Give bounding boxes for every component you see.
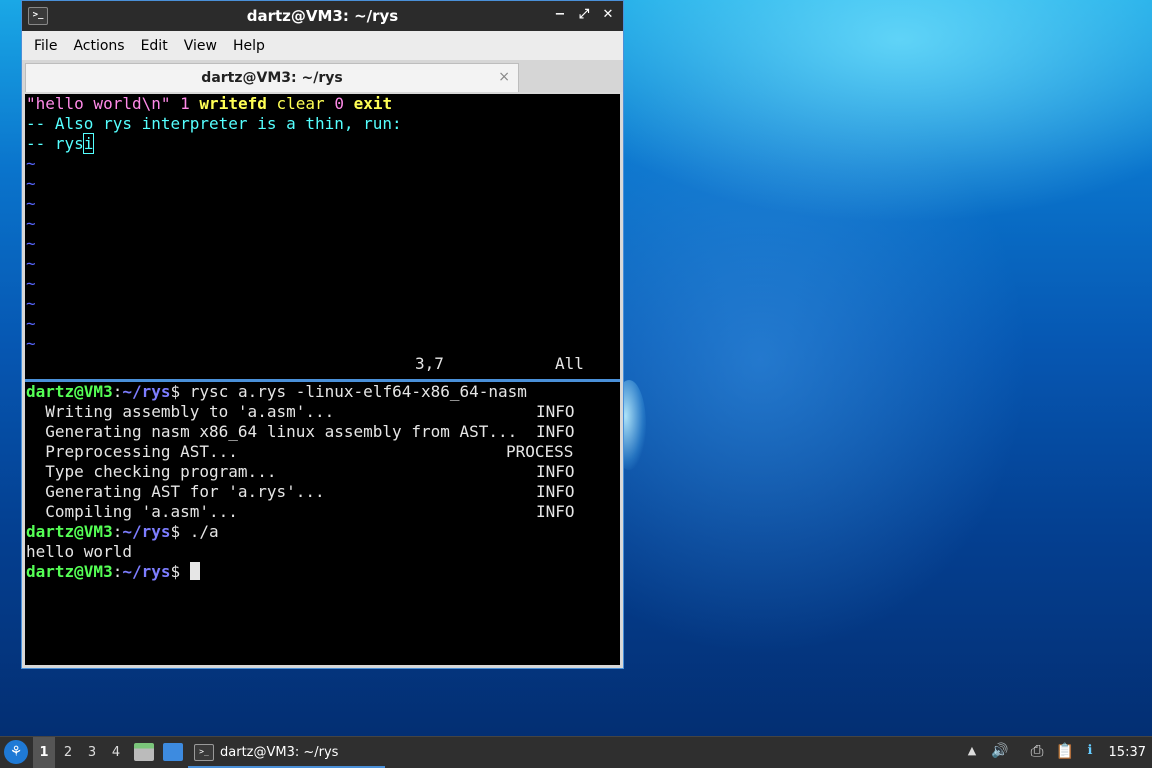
log-line: Generating AST for 'a.rys'... INFO — [26, 482, 575, 501]
menu-edit[interactable]: Edit — [133, 38, 176, 54]
minimize-icon[interactable]: − — [553, 7, 567, 22]
menu-actions[interactable]: Actions — [65, 38, 132, 54]
taskbar: ⚘ 1 2 3 4 >_ dartz@VM3: ~/rys ▲ 🔊 ⎙ 📋 ℹ … — [0, 736, 1152, 768]
workspace-4[interactable]: 4 — [105, 737, 127, 768]
shell-prompt-line-3: dartz@VM3:~/rys$ — [26, 562, 200, 582]
editor-tilde: ~ — [26, 174, 36, 193]
editor-line-1: "hello world\n" 1 writefd clear 0 exit — [26, 94, 393, 113]
file-manager-icon[interactable] — [134, 743, 154, 761]
close-icon[interactable]: ✕ — [601, 7, 615, 22]
terminal-window[interactable]: >_ dartz@VM3: ~/rys − ⤢ ✕ File Actions E… — [21, 0, 624, 669]
editor-status-scroll: All — [555, 354, 584, 373]
editor-tilde: ~ — [26, 234, 36, 253]
clipboard-icon[interactable]: 📋 — [1055, 741, 1075, 761]
editor-status-position: 3,7 — [415, 354, 444, 373]
editor-tilde: ~ — [26, 254, 36, 273]
app-menu-button[interactable]: ⚘ — [4, 740, 28, 764]
volume-icon[interactable]: 🔊 — [990, 741, 1010, 761]
tab-label: dartz@VM3: ~/rys — [201, 70, 343, 86]
tab-close-icon[interactable]: × — [498, 69, 510, 85]
terminal-icon: >_ — [28, 7, 48, 25]
shell-cursor — [189, 562, 200, 580]
editor-tilde: ~ — [26, 274, 36, 293]
editor-tilde: ~ — [26, 214, 36, 233]
editor-tilde: ~ — [26, 334, 36, 353]
shell-prompt-line-2: dartz@VM3:~/rys$ ./a — [26, 522, 219, 541]
log-line: Compiling 'a.asm'... INFO — [26, 502, 575, 521]
notification-icon[interactable]: ℹ — [1080, 741, 1100, 761]
log-line: Preprocessing AST... PROCESS — [26, 442, 574, 461]
editor-cursor: i — [82, 133, 95, 154]
workspace-1[interactable]: 1 — [33, 737, 55, 768]
tab-terminal[interactable]: dartz@VM3: ~/rys × — [25, 63, 519, 92]
editor-line-2: -- Also rys interpreter is a thin, run: — [26, 114, 402, 133]
editor-tilde: ~ — [26, 194, 36, 213]
window-title: dartz@VM3: ~/rys — [246, 7, 399, 25]
editor-line-3: -- rysi — [26, 133, 95, 154]
editor-pane[interactable]: "hello world\n" 1 writefd clear 0 exit -… — [25, 94, 620, 379]
editor-tilde: ~ — [26, 314, 36, 333]
maximize-icon[interactable]: ⤢ — [577, 7, 591, 22]
taskbar-task-terminal[interactable]: >_ dartz@VM3: ~/rys — [188, 738, 385, 768]
menu-view[interactable]: View — [176, 38, 225, 54]
editor-tilde: ~ — [26, 294, 36, 313]
menu-file[interactable]: File — [26, 38, 65, 54]
menu-help[interactable]: Help — [225, 38, 273, 54]
shell-output: hello world — [26, 542, 132, 561]
network-icon[interactable]: ⎙ — [1027, 741, 1047, 761]
workspace-2[interactable]: 2 — [57, 737, 79, 768]
log-line: Writing assembly to 'a.asm'... INFO — [26, 402, 575, 421]
tray-expand-icon[interactable]: ▲ — [962, 741, 982, 761]
tab-bar: dartz@VM3: ~/rys × — [22, 60, 623, 92]
terminal-icon: >_ — [194, 743, 214, 761]
window-titlebar[interactable]: >_ dartz@VM3: ~/rys − ⤢ ✕ — [22, 1, 623, 31]
log-line: Type checking program... INFO — [26, 462, 575, 481]
shell-pane[interactable]: dartz@VM3:~/rys$ rysc a.rys -linux-elf64… — [25, 382, 620, 665]
show-desktop-icon[interactable] — [163, 743, 183, 761]
task-label: dartz@VM3: ~/rys — [220, 744, 339, 760]
log-line: Generating nasm x86_64 linux assembly fr… — [26, 422, 575, 441]
menubar: File Actions Edit View Help — [22, 31, 623, 60]
clock[interactable]: 15:37 — [1109, 737, 1146, 768]
shell-prompt-line-1: dartz@VM3:~/rys$ rysc a.rys -linux-elf64… — [26, 382, 527, 401]
editor-tilde: ~ — [26, 154, 36, 173]
workspace-3[interactable]: 3 — [81, 737, 103, 768]
